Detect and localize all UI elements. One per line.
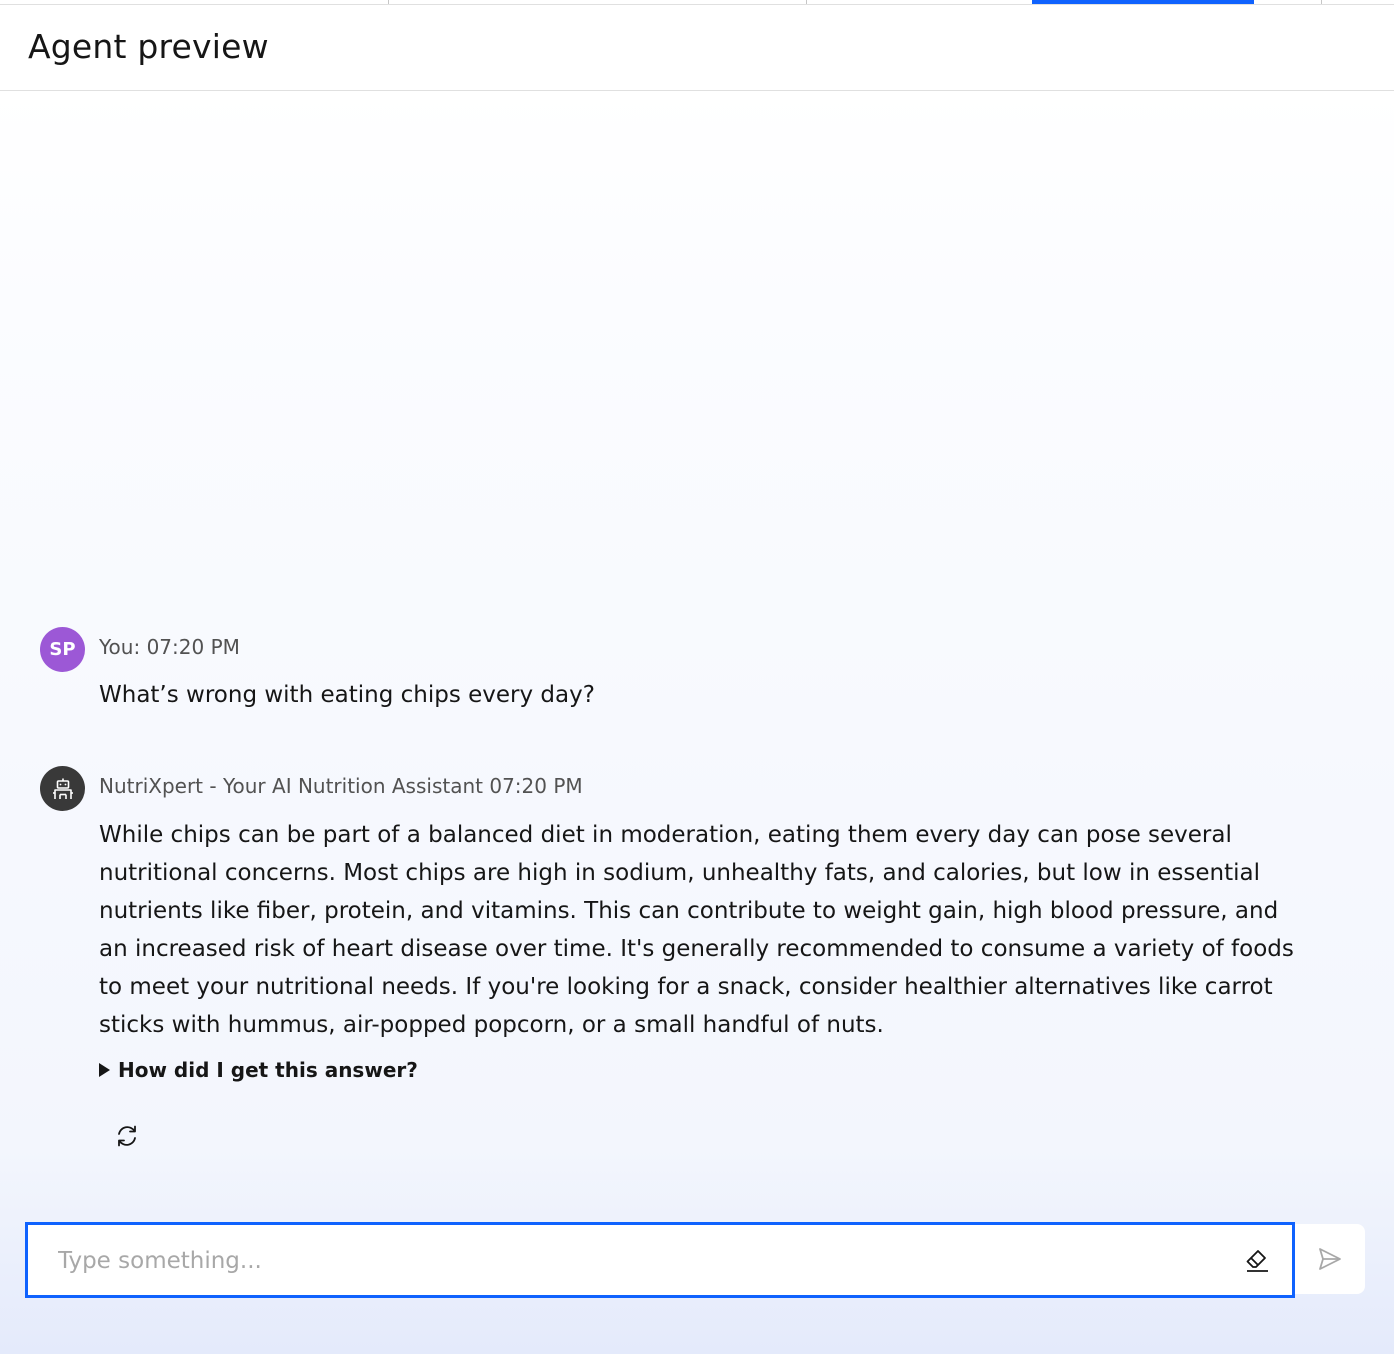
regenerate-icon (118, 1125, 136, 1147)
message-meta: You: 07:20 PM (99, 635, 240, 659)
clear-input-button[interactable] (1242, 1245, 1272, 1275)
message-input[interactable] (56, 1238, 1240, 1284)
send-icon (1319, 1248, 1341, 1270)
user-avatar: SP (40, 627, 85, 672)
tab-divider (1321, 0, 1322, 4)
tab-divider (388, 0, 389, 4)
page-title: Agent preview (28, 27, 269, 66)
send-button[interactable] (1295, 1224, 1365, 1294)
regenerate-button[interactable] (112, 1121, 142, 1151)
message-input-container (25, 1222, 1295, 1298)
eraser-icon (1246, 1250, 1268, 1272)
agent-message: NutriXpert - Your AI Nutrition Assistant… (40, 766, 1340, 1166)
message-text: While chips can be part of a balanced di… (99, 822, 1294, 1038)
agent-avatar (40, 766, 85, 811)
caret-right-icon (99, 1063, 110, 1077)
message-text: What’s wrong with eating chips every day… (99, 682, 595, 708)
user-message: SP You: 07:20 PM What’s wrong with eatin… (40, 627, 1340, 727)
tab-divider (806, 0, 807, 4)
answer-explanation-label: How did I get this answer? (118, 1058, 418, 1082)
message-composer (25, 1222, 1365, 1298)
robot-icon (52, 778, 73, 799)
answer-explanation-toggle[interactable]: How did I get this answer? (99, 1058, 418, 1082)
avatar-initials: SP (49, 639, 76, 660)
panel-header: Agent preview (0, 5, 1394, 91)
active-tab-indicator[interactable] (1032, 0, 1254, 4)
message-meta: NutriXpert - Your AI Nutrition Assistant… (99, 774, 583, 798)
